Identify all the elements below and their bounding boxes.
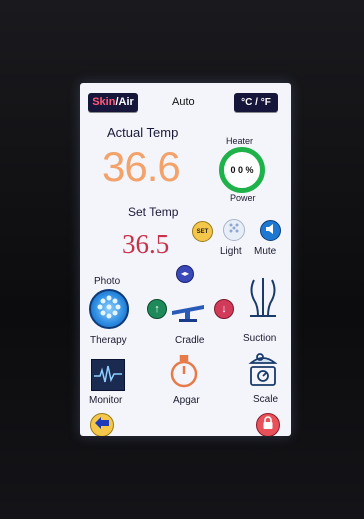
phototherapy-button[interactable] [89, 289, 129, 329]
set-button[interactable]: SET [192, 221, 213, 242]
apgar-label: Apgar [173, 395, 200, 406]
set-button-label: SET [196, 228, 209, 235]
actual-temp-value: 36.6 [102, 143, 181, 190]
skin-label: Skin [92, 96, 116, 108]
arrow-left-icon [94, 416, 110, 435]
heater-power-ring: 0 0 % [219, 147, 265, 193]
power-label: Power [230, 193, 256, 203]
set-temp-label: Set Temp [128, 205, 179, 219]
suction-label: Suction [243, 333, 277, 344]
mute-label: Mute [254, 246, 277, 257]
apgar-button[interactable] [169, 354, 199, 394]
cradle-label: Cradle [175, 335, 205, 346]
heater-label: Heater [226, 136, 254, 146]
actual-temp-label: Actual Temp [107, 125, 179, 140]
heater-power-value: 0 0 % [230, 165, 254, 175]
ecg-waveform-icon [92, 365, 124, 394]
scale-label: Scale [253, 394, 279, 405]
cradle-icon [170, 297, 206, 328]
arrow-down-icon: ↓ [221, 303, 227, 315]
monitor-button[interactable] [91, 359, 125, 391]
unit-toggle-button[interactable]: °C / °F [234, 93, 278, 112]
speaker-icon [265, 222, 277, 240]
light-label: Light [220, 246, 242, 257]
stopwatch-icon [169, 354, 199, 393]
baby-scale-icon [247, 353, 279, 391]
arrow-up-icon: ↑ [154, 303, 160, 315]
back-button[interactable] [90, 413, 114, 436]
air-label: Air [118, 96, 134, 108]
led-array-icon [95, 293, 123, 326]
skin-air-button[interactable]: Skin/Air [88, 93, 138, 112]
chevrons-icon: ◂▸ [180, 269, 190, 278]
light-bulb-icon [227, 221, 241, 240]
cradle-tilt-button[interactable]: ◂▸ [176, 265, 194, 283]
set-temp-value: 36.5 [122, 229, 170, 259]
lock-button[interactable] [256, 413, 280, 436]
lock-icon [262, 415, 274, 435]
cradle-up-button[interactable]: ↑ [147, 299, 167, 319]
therapy-label: Therapy [90, 335, 127, 346]
mode-label: Auto [172, 96, 195, 108]
mute-button[interactable] [260, 220, 281, 241]
photo-label: Photo [94, 276, 121, 287]
touch-screen: Skin/Air Auto °C / °F Actual Temp 36.6 H… [80, 83, 291, 436]
light-button[interactable] [223, 219, 245, 241]
cradle-down-button[interactable]: ↓ [214, 299, 234, 319]
scale-button[interactable] [247, 351, 279, 392]
suction-button[interactable] [246, 276, 280, 325]
monitor-label: Monitor [89, 395, 123, 406]
suction-icon [246, 278, 280, 324]
